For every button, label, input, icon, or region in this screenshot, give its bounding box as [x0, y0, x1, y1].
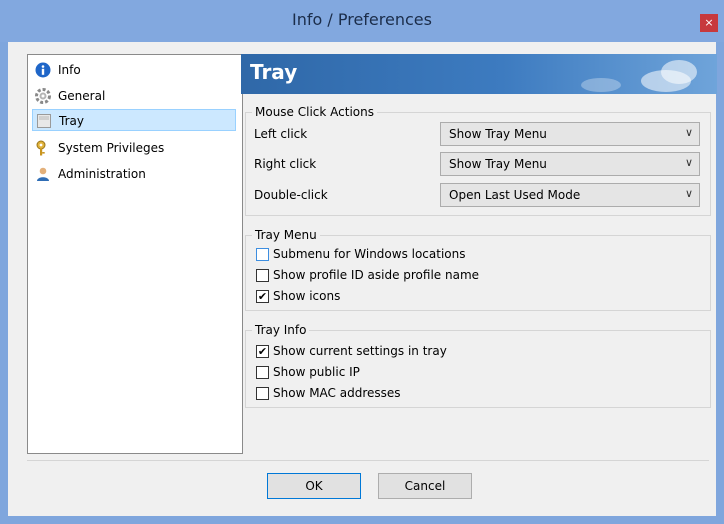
page-title: Tray [250, 60, 298, 84]
tray-icon [36, 113, 52, 129]
preferences-window: Info / Preferences × Info General Tray S… [0, 0, 724, 524]
checkbox-label: Show icons [273, 289, 341, 303]
cancel-button[interactable]: Cancel [378, 473, 472, 499]
close-button[interactable]: × [700, 14, 718, 32]
sidebar-item-label: System Privileges [58, 141, 165, 155]
sidebar-item-administration[interactable]: Administration [32, 163, 236, 185]
select-value: Show Tray Menu [449, 127, 547, 141]
checkbox-box[interactable] [256, 387, 269, 400]
info-icon [35, 62, 51, 78]
checkbox-box[interactable] [256, 269, 269, 282]
right-click-label: Right click [254, 157, 317, 171]
checkbox-label: Submenu for Windows locations [273, 247, 466, 261]
double-click-select[interactable]: Open Last Used Mode ∨ [440, 183, 700, 207]
user-icon [35, 166, 51, 182]
gear-icon [35, 88, 51, 104]
group-label: Tray Menu [252, 228, 320, 242]
tray-menu-group: Tray Menu Submenu for Windows locations … [245, 228, 711, 311]
checkbox-box[interactable] [256, 366, 269, 379]
checkbox-label: Show public IP [273, 365, 360, 379]
left-click-label: Left click [254, 127, 308, 141]
double-click-label: Double-click [254, 188, 328, 202]
checkmark-icon[interactable]: ✔ [256, 345, 269, 358]
page-banner: Tray [241, 54, 717, 94]
checkbox-label: Show MAC addresses [273, 386, 401, 400]
sidebar-item-info[interactable]: Info [32, 59, 236, 81]
checkbox-label: Show current settings in tray [273, 344, 447, 358]
key-icon [35, 140, 51, 156]
select-value: Show Tray Menu [449, 157, 547, 171]
sidebar-item-label: Info [58, 63, 81, 77]
sidebar-item-general[interactable]: General [32, 85, 236, 107]
group-label: Tray Info [252, 323, 310, 337]
sidebar-item-label: General [58, 89, 106, 103]
right-click-select[interactable]: Show Tray Menu ∨ [440, 152, 700, 176]
checkbox-box[interactable] [256, 248, 269, 261]
sidebar-item-tray[interactable]: Tray [32, 109, 236, 131]
chevron-down-icon: ∨ [684, 156, 693, 169]
cloud-decoration [581, 78, 621, 92]
chevron-down-icon: ∨ [684, 187, 693, 200]
checkmark-icon[interactable]: ✔ [256, 290, 269, 303]
sidebar-item-label: Administration [58, 167, 146, 181]
chevron-down-icon: ∨ [684, 126, 693, 139]
left-click-select[interactable]: Show Tray Menu ∨ [440, 122, 700, 146]
group-label: Mouse Click Actions [252, 105, 377, 119]
cloud-decoration [661, 60, 697, 84]
mouse-click-actions-group: Mouse Click Actions Left click Show Tray… [245, 105, 711, 216]
ok-button[interactable]: OK [267, 473, 361, 499]
window-title: Info / Preferences [292, 10, 432, 29]
sidebar-item-system-privileges[interactable]: System Privileges [32, 137, 236, 159]
checkbox-label: Show profile ID aside profile name [273, 268, 480, 282]
title-bar[interactable]: Info / Preferences × [0, 0, 724, 42]
category-list: Info General Tray System Privileges Admi… [27, 54, 243, 454]
footer-divider [27, 460, 709, 461]
tray-info-group: Tray Info ✔ Show current settings in tra… [245, 323, 711, 408]
select-value: Open Last Used Mode [449, 188, 581, 202]
sidebar-item-label: Tray [59, 114, 84, 128]
dialog-body: Info General Tray System Privileges Admi… [8, 42, 717, 516]
